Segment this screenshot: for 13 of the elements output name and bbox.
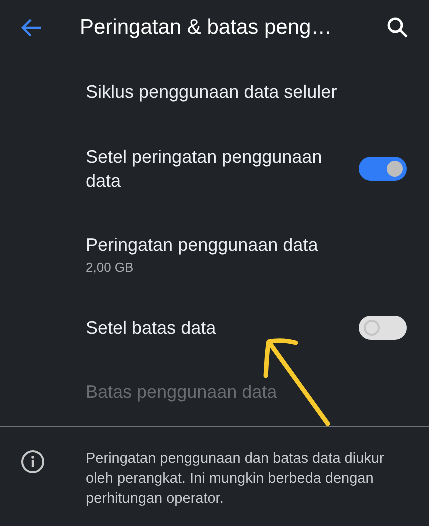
setting-value: 2,00 GB: [86, 260, 135, 275]
screen-title: Peringatan & batas peng…: [80, 16, 334, 40]
setting-title[interactable]: Setel batas data: [86, 316, 341, 340]
setting-title: Batas penggunaan data: [86, 381, 278, 404]
toggle-switch[interactable]: [359, 157, 407, 181]
search-icon[interactable]: [387, 17, 409, 39]
setting-title[interactable]: Peringatan penggunaan data: [86, 233, 341, 257]
info-text: Peringatan penggunaan dan batas data diukur oleh perangkat. Ini mungkin berbeda dengan perhitungan operator.: [86, 450, 386, 509]
setting-title[interactable]: Siklus penggunaan data seluler: [86, 80, 341, 104]
back-icon[interactable]: [20, 18, 42, 38]
info-icon: [21, 450, 45, 474]
setting-title[interactable]: Setel peringatan penggunaan data: [86, 145, 341, 193]
toggle-switch[interactable]: [359, 316, 407, 340]
